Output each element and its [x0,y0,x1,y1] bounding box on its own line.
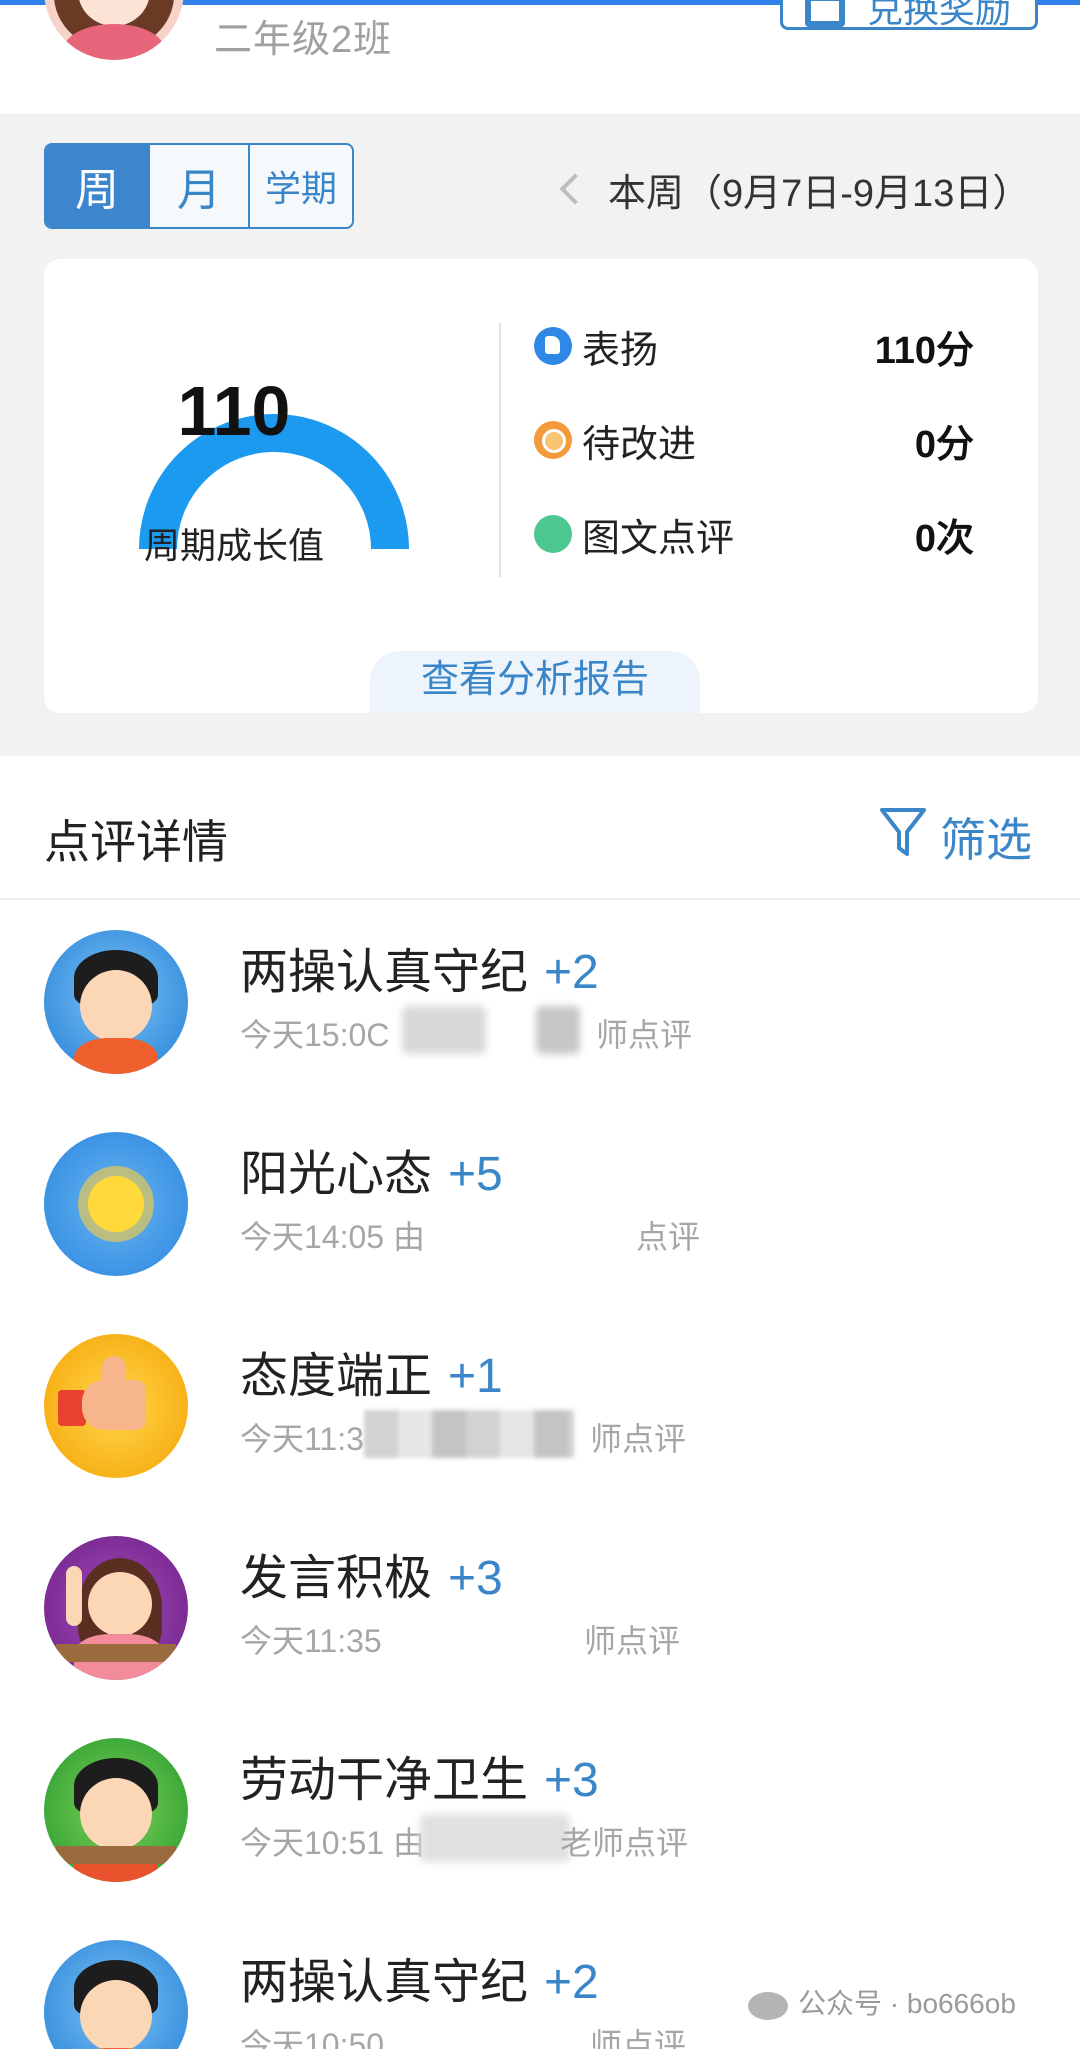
summary-card: 110 周期成长值 表扬 110分 待改进 0分 图文点评 0次 查看分析报告 [44,259,1038,713]
entry-meta: 今天14:05 由 [240,1219,425,1255]
dot-icon [534,515,572,553]
entry-title: 两操认真守纪 +2 [240,946,599,999]
redaction [364,1410,574,1458]
wechat-icon [748,1991,788,2020]
redeem-reward-button[interactable]: 兑换奖励 [780,0,1038,30]
list-item[interactable]: 态度端正 +1 今天11:3 师点评 [0,1306,1080,1508]
redaction [536,1006,580,1054]
gift-icon [805,0,845,27]
stat-label: 待改进 [582,424,697,466]
tab-term[interactable]: 学期 [250,145,352,227]
stat-label: 表扬 [582,330,659,372]
list-item[interactable]: 劳动干净卫生 +3 今天10:51 由 老师点评 [0,1710,1080,1912]
entry-title: 态度端正 +1 [240,1350,503,1403]
entry-title: 发言积极 +3 [240,1552,503,1605]
period-navigator: 本周（9月7日-9月13日） [556,160,1040,216]
behavior-avatar [44,1536,188,1680]
gauge-label: 周期成长值 [143,525,324,566]
entry-meta: 今天11:35 [240,1623,382,1659]
redeem-reward-label: 兑换奖励 [867,0,1012,30]
entry-meta-tail: 师点评 [596,1017,693,1053]
entry-meta: 今天15:0C [240,1017,390,1053]
watermark: 公众号 · bo666ob [748,1982,1016,2022]
entry-points: +1 [448,1350,503,1403]
entry-meta: 今天10:51 由 [240,1825,425,1861]
entry-points: +5 [448,1148,503,1201]
stat-label: 图文点评 [582,518,735,560]
entry-meta-tail: 师点评 [590,2027,687,2049]
details-title: 点评详情 [44,816,228,868]
period-tabs: 周 月 学期 [44,143,354,229]
entry-points: +3 [544,1754,599,1807]
entry-title: 劳动干净卫生 +3 [240,1754,599,1807]
entry-meta: 今天11:3 [240,1421,364,1457]
stat-comment: 图文点评 0次 [534,503,994,563]
entry-title: 两操认真守纪 +2 [240,1956,599,2009]
behavior-avatar [44,1334,188,1478]
tab-month[interactable]: 月 [150,145,250,227]
stat-praise: 表扬 110分 [534,315,994,375]
tab-week[interactable]: 周 [46,145,150,227]
list-item[interactable]: 两操认真守纪 +2 今天10:50 师点评 [0,1912,1080,2049]
student-avatar[interactable] [44,0,184,60]
list-item[interactable]: 发言积极 +3 今天11:35 师点评 [0,1508,1080,1710]
stat-value: 0次 [914,518,974,560]
list-item[interactable]: 两操认真守纪 +2 今天15:0C 师点评 [0,902,1080,1104]
entry-meta-tail: 师点评 [590,1421,687,1457]
stat-value: 110分 [874,330,974,372]
redaction [420,1814,570,1862]
class-name: 二年级2班 [214,19,393,61]
view-report-button[interactable]: 查看分析报告 [370,651,700,713]
redaction [402,1006,486,1054]
entry-meta-tail: 师点评 [584,1623,681,1659]
entry-points: +3 [448,1552,503,1605]
period-label: 本周（9月7日-9月13日） [608,173,1031,215]
chevron-left-icon[interactable] [559,173,591,205]
behavior-avatar [44,1132,188,1276]
filter-button[interactable]: 筛选 [878,802,1042,866]
entry-points: +2 [544,946,599,999]
divider [499,323,501,577]
face-icon [534,421,572,459]
profile-header: 二年级2班 兑换奖励 [0,0,1080,114]
list-item[interactable]: 阳光心态 +5 今天14:05 由 点评 [0,1104,1080,1306]
stat-improve: 待改进 0分 [534,409,994,469]
entry-meta-tail: 老师点评 [560,1825,689,1861]
filter-icon [880,808,926,856]
entry-points: +2 [544,1956,599,2009]
behavior-avatar [44,930,188,1074]
behavior-avatar [44,1940,188,2049]
entry-meta-tail: 点评 [636,1219,701,1255]
filter-label: 筛选 [940,814,1032,866]
thumbs-up-icon [534,327,572,365]
behavior-avatar [44,1738,188,1882]
entry-meta: 今天10:50 [240,2027,385,2049]
page: 二年级2班 兑换奖励 周 月 学期 本周（9月7日-9月13日） 110 周期成… [0,0,1080,2049]
stat-value: 0分 [914,424,974,466]
details-header: 点评详情 筛选 [0,756,1080,900]
gauge-value: 110 [177,372,291,450]
entry-title: 阳光心态 +5 [240,1148,503,1201]
